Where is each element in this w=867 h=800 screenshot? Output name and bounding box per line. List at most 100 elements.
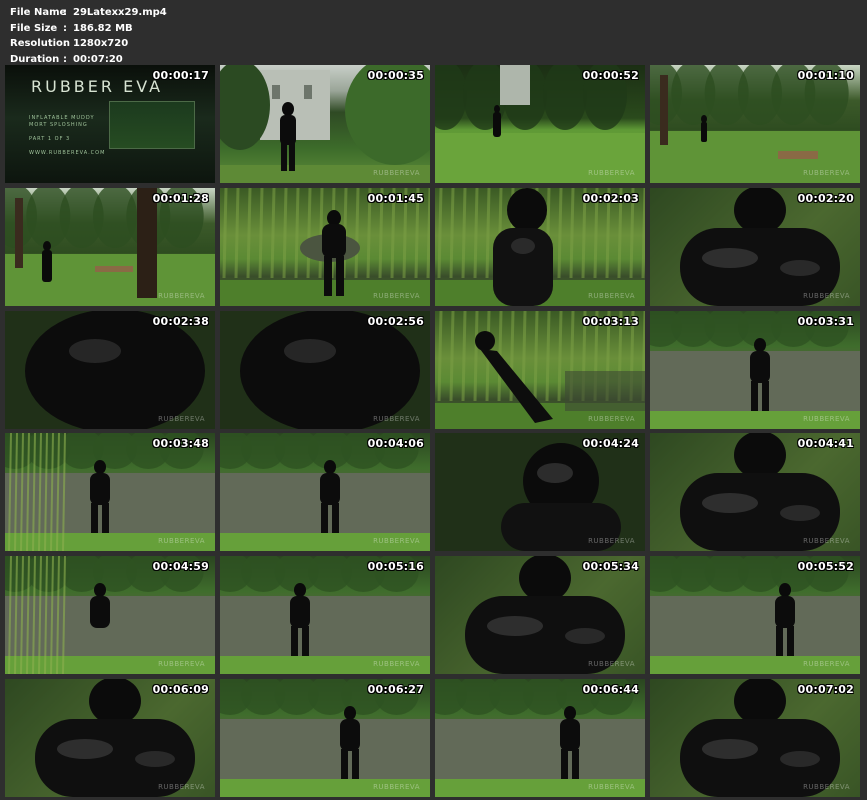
timestamp: 00:02:03 bbox=[582, 191, 639, 205]
scene-illustration bbox=[220, 65, 430, 183]
watermark: RUBBEREVA bbox=[588, 291, 635, 300]
video-thumbnail[interactable]: RUBBEREVA 00:06:27 bbox=[220, 678, 430, 797]
video-thumbnail[interactable]: RUBBEREVA 00:02:03 bbox=[435, 187, 645, 306]
resolution-label: Resolution bbox=[10, 38, 71, 49]
file-size-value: 186.82 MB bbox=[73, 22, 133, 34]
timestamp: 00:06:44 bbox=[582, 682, 639, 696]
brand-title: RUBBER EVA bbox=[31, 77, 164, 96]
video-thumbnail[interactable]: RUBBEREVA 00:03:13 bbox=[435, 310, 645, 429]
watermark: RUBBEREVA bbox=[588, 537, 635, 546]
title-card-text: INFLATABLE MUDDY MORT SPLOSHING PART 1 OF… bbox=[29, 115, 105, 157]
scene-illustration bbox=[5, 556, 215, 675]
timestamp: 00:00:17 bbox=[152, 69, 209, 82]
video-thumbnail[interactable]: RUBBEREVA 00:07:02 bbox=[650, 678, 860, 797]
timestamp: 00:00:52 bbox=[582, 69, 639, 82]
timestamp: 00:05:34 bbox=[582, 560, 639, 574]
file-name-label: File Name bbox=[10, 7, 67, 18]
scene-illustration bbox=[650, 65, 860, 183]
watermark: RUBBEREVA bbox=[158, 291, 205, 300]
separator: : bbox=[63, 7, 67, 18]
resolution-value: 1280x720 bbox=[73, 38, 129, 49]
video-thumbnail[interactable]: RUBBEREVA 00:00:52 bbox=[435, 65, 645, 183]
timestamp: 00:04:59 bbox=[152, 560, 209, 574]
video-thumbnail[interactable]: RUBBEREVA 00:04:41 bbox=[650, 433, 860, 552]
timestamp: 00:00:35 bbox=[367, 69, 424, 82]
scene-illustration bbox=[650, 678, 860, 797]
video-thumbnail[interactable]: RUBBEREVA 00:04:06 bbox=[220, 433, 430, 552]
file-size-row: File Size : 186.82 MB bbox=[10, 21, 167, 37]
title-card-line: PART 1 OF 3 bbox=[29, 136, 71, 142]
scene-illustration bbox=[650, 187, 860, 306]
watermark: RUBBEREVA bbox=[158, 414, 205, 423]
watermark: RUBBEREVA bbox=[158, 537, 205, 546]
video-thumbnail[interactable]: RUBBEREVA 00:06:44 bbox=[435, 678, 645, 797]
scene-illustration bbox=[5, 187, 215, 306]
scene-illustration bbox=[220, 433, 430, 552]
timestamp: 00:04:24 bbox=[582, 437, 639, 451]
timestamp: 00:07:02 bbox=[797, 682, 854, 696]
watermark: RUBBEREVA bbox=[588, 782, 635, 791]
scene-illustration bbox=[650, 433, 860, 552]
watermark: RUBBEREVA bbox=[803, 291, 850, 300]
timestamp: 00:05:52 bbox=[797, 560, 854, 574]
timestamp: 00:06:27 bbox=[367, 682, 424, 696]
video-thumbnail[interactable]: RUBBEREVA 00:06:09 bbox=[5, 678, 215, 797]
file-size-label: File Size bbox=[10, 22, 58, 34]
watermark: RUBBEREVA bbox=[373, 169, 420, 177]
video-thumbnail[interactable]: RUBBEREVA 00:01:10 bbox=[650, 65, 860, 183]
watermark: RUBBEREVA bbox=[373, 414, 420, 423]
title-card-spacer bbox=[29, 143, 105, 150]
scene-illustration bbox=[5, 678, 215, 797]
timestamp: 00:05:16 bbox=[367, 560, 424, 574]
timestamp: 00:01:28 bbox=[152, 191, 209, 205]
timestamp: 00:02:38 bbox=[152, 314, 209, 328]
scene-illustration bbox=[220, 556, 430, 675]
watermark: RUBBEREVA bbox=[803, 537, 850, 546]
video-thumbnail[interactable]: RUBBEREVA 00:05:52 bbox=[650, 556, 860, 675]
separator: : bbox=[63, 22, 67, 34]
timestamp: 00:02:20 bbox=[797, 191, 854, 205]
watermark: RUBBEREVA bbox=[373, 537, 420, 546]
title-preview-panel bbox=[109, 101, 195, 149]
timestamp: 00:06:09 bbox=[152, 682, 209, 696]
file-info-panel: File Name : 29Latexx29.mp4 File Size : 1… bbox=[10, 5, 167, 67]
scene-illustration bbox=[435, 187, 645, 306]
timestamp: 00:03:48 bbox=[152, 437, 209, 451]
watermark: RUBBEREVA bbox=[158, 782, 205, 791]
thumbnail-grid: RUBBER EVA INFLATABLE MUDDY MORT SPLOSHING… bbox=[5, 65, 862, 797]
scene-illustration bbox=[435, 556, 645, 675]
watermark: RUBBEREVA bbox=[373, 782, 420, 791]
timestamp: 00:01:10 bbox=[797, 69, 854, 82]
scene-illustration bbox=[650, 556, 860, 675]
scene-illustration bbox=[5, 433, 215, 552]
file-name-row: File Name : 29Latexx29.mp4 bbox=[10, 5, 167, 21]
watermark: RUBBEREVA bbox=[803, 414, 850, 423]
video-thumbnail[interactable]: RUBBEREVA 00:02:56 bbox=[220, 310, 430, 429]
video-thumbnail[interactable]: RUBBEREVA 00:01:45 bbox=[220, 187, 430, 306]
watermark: RUBBEREVA bbox=[373, 660, 420, 669]
watermark: RUBBEREVA bbox=[588, 660, 635, 669]
title-card-line: INFLATABLE MUDDY bbox=[29, 115, 95, 121]
contact-sheet: File Name : 29Latexx29.mp4 File Size : 1… bbox=[0, 0, 867, 800]
scene-illustration bbox=[435, 310, 645, 429]
video-thumbnail[interactable]: RUBBEREVA 00:02:20 bbox=[650, 187, 860, 306]
video-thumbnail[interactable]: RUBBEREVA 00:03:31 bbox=[650, 310, 860, 429]
scene-illustration bbox=[5, 310, 215, 429]
video-thumbnail[interactable]: RUBBEREVA 00:01:28 bbox=[5, 187, 215, 306]
video-thumbnail[interactable]: RUBBEREVA 00:04:24 bbox=[435, 433, 645, 552]
watermark: RUBBEREVA bbox=[803, 169, 850, 177]
video-thumbnail[interactable]: RUBBEREVA 00:04:59 bbox=[5, 556, 215, 675]
title-card-spacer bbox=[29, 129, 105, 136]
scene-illustration bbox=[220, 310, 430, 429]
video-thumbnail[interactable]: RUBBEREVA 00:05:34 bbox=[435, 556, 645, 675]
timestamp: 00:04:41 bbox=[797, 437, 854, 451]
timestamp: 00:02:56 bbox=[367, 314, 424, 328]
timestamp: 00:03:13 bbox=[582, 314, 639, 328]
video-thumbnail[interactable]: RUBBEREVA 00:03:48 bbox=[5, 433, 215, 552]
file-name-value: 29Latexx29.mp4 bbox=[73, 7, 167, 18]
video-thumbnail[interactable]: RUBBER EVA INFLATABLE MUDDY MORT SPLOSHING… bbox=[5, 65, 215, 183]
video-thumbnail[interactable]: RUBBEREVA 00:05:16 bbox=[220, 556, 430, 675]
video-thumbnail[interactable]: RUBBEREVA 00:02:38 bbox=[5, 310, 215, 429]
video-thumbnail[interactable]: RUBBEREVA 00:00:35 bbox=[220, 65, 430, 183]
scene-illustration bbox=[220, 187, 430, 306]
